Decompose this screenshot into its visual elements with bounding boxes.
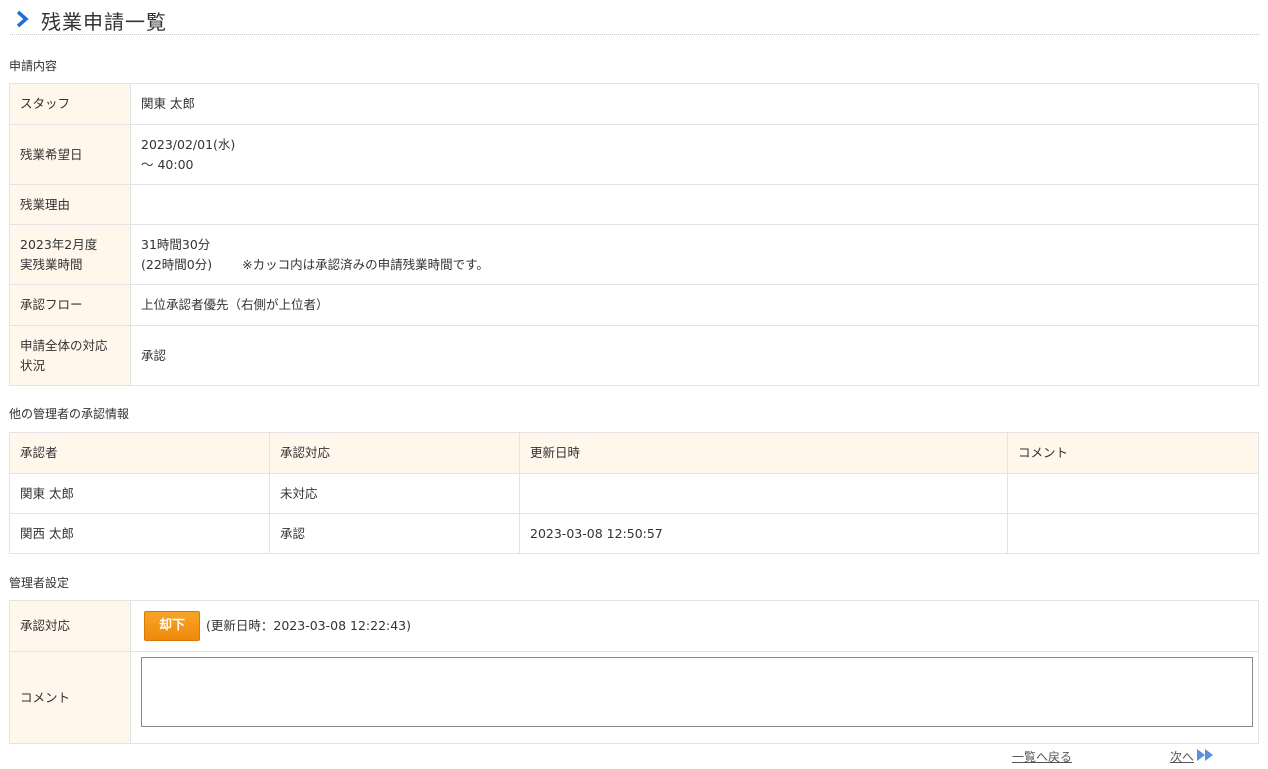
admin-comment-cell — [130, 651, 1259, 744]
staff-value: 関東 太郎 — [130, 83, 1259, 125]
approver-comment — [1007, 513, 1259, 554]
approver-response: 未対応 — [269, 473, 520, 514]
row-flow: 承認フロー 上位承認者優先（右側が上位者） — [9, 284, 1259, 326]
reason-value — [130, 184, 1259, 225]
back-to-list-link[interactable]: 一覧へ戻る — [1012, 748, 1072, 765]
approver-name: 関東 太郎 — [9, 473, 270, 514]
comment-textarea[interactable] — [141, 657, 1253, 727]
col-approver: 承認者 — [9, 432, 270, 474]
actual-label-cell: 2023年2月度 実残業時間 — [9, 224, 131, 285]
table-row: 関東 太郎 未対応 — [9, 473, 1259, 514]
approver-updated — [519, 473, 1008, 514]
page-header: 残業申請一覧 — [10, 4, 1259, 35]
double-arrow-right-icon[interactable] — [1197, 749, 1215, 761]
approver-comment — [1007, 473, 1259, 514]
actual-label-month: 2023年2月度 — [20, 236, 98, 252]
status-value: 承認 — [130, 325, 1259, 386]
actual-note: ※カッコ内は承認済みの申請残業時間です。 — [242, 256, 489, 272]
row-reason: 残業理由 — [9, 184, 1259, 225]
actual-value: 31時間30分 — [141, 236, 211, 252]
row-status: 申請全体の対応 状況 承認 — [9, 325, 1259, 386]
page-title: 残業申請一覧 — [41, 10, 167, 34]
next-link[interactable]: 次へ — [1170, 748, 1194, 765]
status-label-line1: 申請全体の対応 — [20, 337, 108, 353]
admin-table: 承認対応 却下 (更新日時：2023-03-08 12:22:43) コメント — [9, 600, 1259, 744]
admin-response-label: 承認対応 — [9, 600, 131, 652]
status-label-cell: 申請全体の対応 状況 — [9, 325, 131, 386]
approver-name: 関西 太郎 — [9, 513, 270, 554]
section-label-others: 他の管理者の承認情報 — [9, 407, 130, 421]
request-table: スタッフ 関東 太郎 残業希望日 2023/02/01(水) ～ 40:00 残… — [9, 83, 1259, 386]
row-admin-comment: コメント — [9, 651, 1259, 744]
status-label-line2: 状況 — [20, 357, 46, 373]
col-response: 承認対応 — [269, 432, 520, 474]
staff-label: スタッフ — [9, 83, 131, 125]
approvals-table: 承認者 承認対応 更新日時 コメント 関東 太郎 未対応 関西 太郎 承認 20… — [9, 432, 1259, 554]
row-actual: 2023年2月度 実残業時間 31時間30分 (22時間0分) ※カッコ内は承認済… — [9, 224, 1259, 285]
admin-updated-text: (更新日時：2023-03-08 12:22:43) — [206, 618, 412, 633]
row-date: 残業希望日 2023/02/01(水) ～ 40:00 — [9, 124, 1259, 185]
reason-label: 残業理由 — [9, 184, 131, 225]
actual-label-hours: 実残業時間 — [20, 256, 83, 272]
row-staff: スタッフ 関東 太郎 — [9, 83, 1259, 125]
approver-response: 承認 — [269, 513, 520, 554]
date-range: ～ 40:00 — [141, 156, 194, 172]
approvals-header-row: 承認者 承認対応 更新日時 コメント — [9, 432, 1259, 474]
col-comment: コメント — [1007, 432, 1259, 474]
date-label: 残業希望日 — [9, 124, 131, 185]
section-label-admin: 管理者設定 — [9, 576, 70, 590]
flow-label: 承認フロー — [9, 284, 131, 326]
table-row: 関西 太郎 承認 2023-03-08 12:50:57 — [9, 513, 1259, 554]
actual-approved-value: (22時間0分) — [141, 256, 213, 272]
section-label-request: 申請内容 — [9, 59, 58, 73]
actual-cell: 31時間30分 (22時間0分) ※カッコ内は承認済みの申請残業時間です。 — [130, 224, 1259, 285]
actual-approved-line: (22時間0分) ※カッコ内は承認済みの申請残業時間です。 — [141, 255, 1248, 275]
date-cell: 2023/02/01(水) ～ 40:00 — [130, 124, 1259, 185]
chevron-right-icon — [16, 10, 29, 28]
admin-response-cell: 却下 (更新日時：2023-03-08 12:22:43) — [130, 600, 1259, 652]
admin-comment-label: コメント — [9, 651, 131, 744]
col-updated: 更新日時 — [519, 432, 1008, 474]
flow-value: 上位承認者優先（右側が上位者） — [130, 284, 1259, 326]
reject-button[interactable]: 却下 — [144, 611, 200, 641]
date-value: 2023/02/01(水) — [141, 136, 236, 152]
approver-updated: 2023-03-08 12:50:57 — [519, 513, 1008, 554]
row-admin-response: 承認対応 却下 (更新日時：2023-03-08 12:22:43) — [9, 600, 1259, 652]
